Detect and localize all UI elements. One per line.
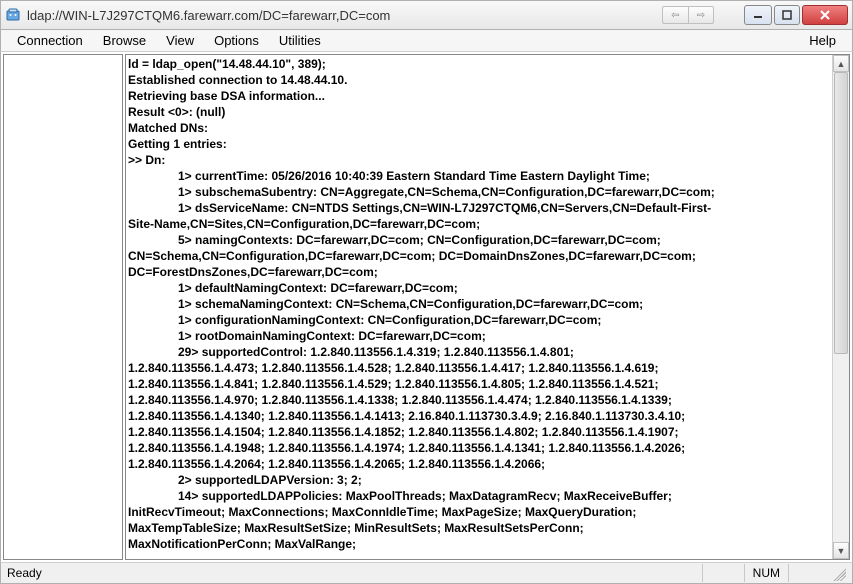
nav-back-button[interactable]: ⇦ bbox=[662, 6, 688, 24]
tree-pane[interactable] bbox=[3, 54, 123, 560]
window-title: ldap://WIN-L7J297CTQM6.farewarr.com/DC=f… bbox=[27, 8, 662, 23]
app-icon bbox=[5, 7, 21, 23]
menu-bar: Connection Browse View Options Utilities… bbox=[0, 30, 853, 52]
maximize-button[interactable] bbox=[774, 5, 800, 25]
menu-connection[interactable]: Connection bbox=[7, 31, 93, 50]
close-button[interactable] bbox=[802, 5, 848, 25]
status-cell-blank1 bbox=[702, 564, 744, 582]
nav-forward-button[interactable]: ⇨ bbox=[688, 6, 714, 24]
status-bar: Ready NUM bbox=[0, 562, 853, 584]
scroll-up-button[interactable]: ▲ bbox=[833, 55, 849, 72]
scrollbar-track[interactable] bbox=[833, 72, 849, 542]
menu-utilities[interactable]: Utilities bbox=[269, 31, 331, 50]
output-text[interactable]: ld = ldap_open("14.48.44.10", 389); Esta… bbox=[126, 55, 832, 559]
window-controls bbox=[744, 5, 848, 25]
status-cell-blank2 bbox=[788, 564, 830, 582]
vertical-scrollbar[interactable]: ▲ ▼ bbox=[832, 55, 849, 559]
status-text: Ready bbox=[7, 566, 702, 580]
menu-view[interactable]: View bbox=[156, 31, 204, 50]
scroll-down-button[interactable]: ▼ bbox=[833, 542, 849, 559]
menu-options[interactable]: Options bbox=[204, 31, 269, 50]
status-numlock: NUM bbox=[744, 564, 788, 582]
output-pane: ld = ldap_open("14.48.44.10", 389); Esta… bbox=[125, 54, 850, 560]
menu-browse[interactable]: Browse bbox=[93, 31, 156, 50]
scrollbar-thumb[interactable] bbox=[834, 72, 848, 354]
minimize-button[interactable] bbox=[744, 5, 772, 25]
content-area: ld = ldap_open("14.48.44.10", 389); Esta… bbox=[0, 52, 853, 562]
title-bar: ldap://WIN-L7J297CTQM6.farewarr.com/DC=f… bbox=[0, 0, 853, 30]
resize-grip-icon[interactable] bbox=[830, 565, 846, 581]
nav-arrows: ⇦ ⇨ bbox=[662, 6, 714, 24]
menu-help[interactable]: Help bbox=[799, 31, 846, 50]
